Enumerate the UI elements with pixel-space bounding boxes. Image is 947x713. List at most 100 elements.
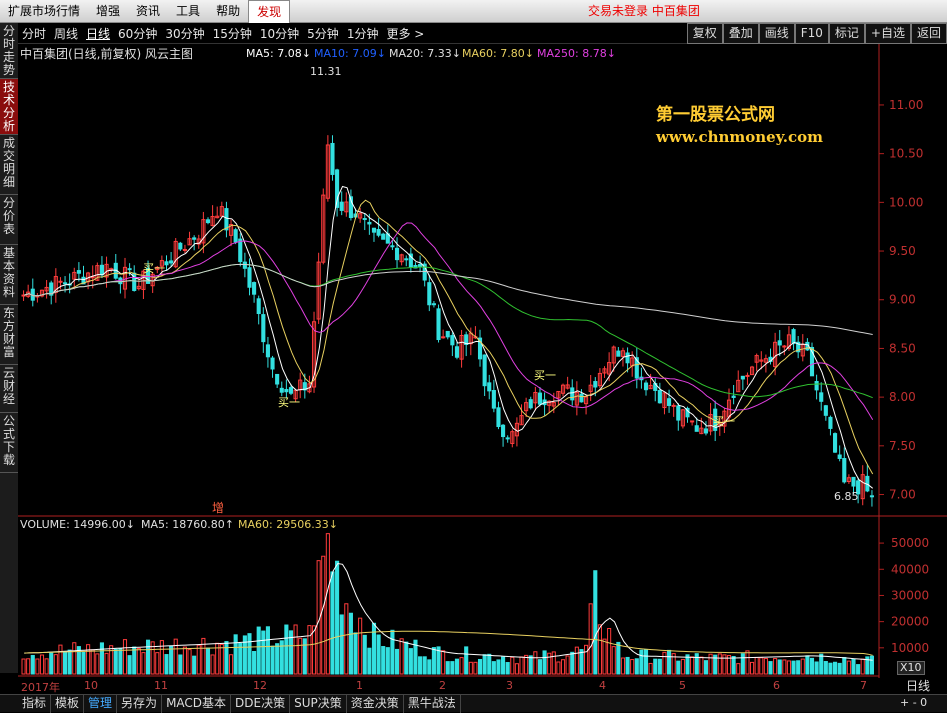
volume-bar: [81, 651, 86, 675]
right-toolbar: 复权 叠加 画线 F10 标记 +自选 返回: [686, 23, 947, 44]
candle-body: [450, 335, 455, 346]
volume-bar: [556, 661, 561, 675]
menu-help[interactable]: 帮助: [208, 0, 248, 23]
side-tab-profile[interactable]: 基本资料: [0, 245, 18, 305]
price-tick-label: 8.00: [889, 390, 916, 404]
volume-bar: [501, 656, 506, 675]
tab-template[interactable]: 模板: [51, 694, 85, 713]
candle-body: [404, 258, 409, 261]
side-tab-yuncaijing[interactable]: 云财经: [0, 365, 18, 413]
volume-bar: [408, 648, 413, 675]
candle-body: [242, 261, 247, 269]
zoom-controls[interactable]: + - 0: [900, 695, 927, 711]
volume-bar: [505, 662, 510, 675]
candle-body: [233, 229, 238, 243]
tab-macd[interactable]: MACD基本: [162, 694, 232, 713]
volume-bar: [473, 661, 478, 675]
price-tick-label: 9.00: [889, 293, 916, 307]
watermark-url: www.chnmoney.com: [656, 128, 823, 146]
period-60min[interactable]: 60分钟: [114, 25, 161, 42]
candle-body: [445, 330, 450, 338]
f10-button[interactable]: F10: [794, 23, 829, 44]
volume-bar: [639, 649, 644, 675]
candle-body: [376, 229, 381, 236]
x10-label: X10: [897, 661, 925, 675]
volume-bar: [353, 632, 358, 675]
side-tab-intraday[interactable]: 分时走势: [0, 23, 18, 79]
volume-bar: [381, 646, 386, 675]
period-indicator[interactable]: 日线: [906, 678, 930, 694]
tab-sup[interactable]: SUP决策: [290, 694, 347, 713]
add-watchlist-button[interactable]: +自选: [864, 23, 911, 44]
date-label: 7: [860, 679, 867, 692]
side-tab-trades[interactable]: 成交明细: [0, 135, 18, 195]
adjust-button[interactable]: 复权: [686, 23, 723, 44]
volume-bar: [441, 650, 446, 675]
menu-news[interactable]: 资讯: [128, 0, 168, 23]
period-daily[interactable]: 日线: [82, 25, 114, 42]
tab-save-as[interactable]: 另存为: [117, 694, 163, 713]
volume-bar: [477, 658, 483, 675]
volume-bar: [385, 647, 390, 675]
volume-bar: [786, 660, 792, 675]
volume-bar: [49, 652, 54, 675]
ma20-legend: MA20: 7.33↓: [389, 47, 461, 60]
volume-bar: [653, 658, 658, 675]
volume-bar: [247, 633, 252, 675]
bottom-bar: 指标 模板 管理 另存为 MACD基本 DDE决策 SUP决策 资金决策 黑牛战…: [0, 694, 947, 713]
candle-body: [362, 218, 367, 221]
overlay-button[interactable]: 叠加: [722, 23, 759, 44]
menu-expand-market[interactable]: 扩展市场行情: [0, 0, 88, 23]
watermark-title: 第一股票公式网: [656, 105, 775, 125]
volume-bar: [422, 656, 427, 675]
menu-enhance[interactable]: 增强: [88, 0, 128, 23]
period-more[interactable]: 更多 >: [382, 25, 428, 42]
volume-bar: [307, 625, 312, 675]
volume-bar: [768, 661, 773, 675]
menu-discover[interactable]: 发现: [248, 0, 291, 23]
side-tab-formula-download[interactable]: 公式下载: [0, 413, 18, 473]
candle-body: [828, 416, 833, 429]
back-button[interactable]: 返回: [910, 23, 947, 44]
candle-body: [657, 390, 662, 404]
volume-bar: [118, 647, 123, 675]
candle-body: [182, 248, 187, 251]
period-10min[interactable]: 10分钟: [256, 25, 303, 42]
side-tab-technical[interactable]: 技术分析: [0, 79, 18, 135]
menu-tools[interactable]: 工具: [168, 0, 208, 23]
volume-bar: [667, 649, 672, 675]
high-price-label: 11.31: [310, 65, 342, 78]
volume-bar: [39, 654, 45, 675]
candle-body: [537, 392, 543, 405]
period-intraday[interactable]: 分时: [18, 25, 50, 42]
volume-bar: [238, 642, 243, 675]
volume-bar: [657, 658, 662, 675]
period-15min[interactable]: 15分钟: [209, 25, 256, 42]
volume-bar: [819, 653, 824, 675]
period-weekly[interactable]: 周线: [50, 25, 82, 42]
date-label: 4: [599, 679, 606, 692]
volume-bar: [275, 643, 280, 675]
volume-bar: [431, 647, 436, 675]
candle-body: [441, 336, 446, 339]
period-30min[interactable]: 30分钟: [161, 25, 208, 42]
tab-manage[interactable]: 管理: [84, 694, 118, 713]
side-tab-eastmoney[interactable]: 东方财富: [0, 305, 18, 365]
draw-button[interactable]: 画线: [758, 23, 795, 44]
candle-body: [690, 420, 695, 423]
tab-bull[interactable]: 黑牛战法: [404, 694, 461, 713]
mark-button[interactable]: 标记: [828, 23, 865, 44]
volume-bar: [856, 664, 861, 675]
period-5min[interactable]: 5分钟: [303, 25, 343, 42]
tab-indicator[interactable]: 指标: [18, 694, 52, 713]
volume-bar: [584, 644, 589, 675]
zeng-signal-label: 增: [212, 501, 225, 515]
side-tab-price-table[interactable]: 分价表: [0, 195, 18, 245]
tab-capital[interactable]: 资金决策: [347, 694, 404, 713]
volume-bar: [155, 652, 160, 675]
volume-ma5-legend: MA5: 18760.80↑: [141, 518, 234, 531]
period-1min[interactable]: 1分钟: [343, 25, 383, 42]
volume-bar: [468, 661, 473, 675]
date-label: 6: [773, 679, 780, 692]
tab-dde[interactable]: DDE决策: [231, 694, 291, 713]
